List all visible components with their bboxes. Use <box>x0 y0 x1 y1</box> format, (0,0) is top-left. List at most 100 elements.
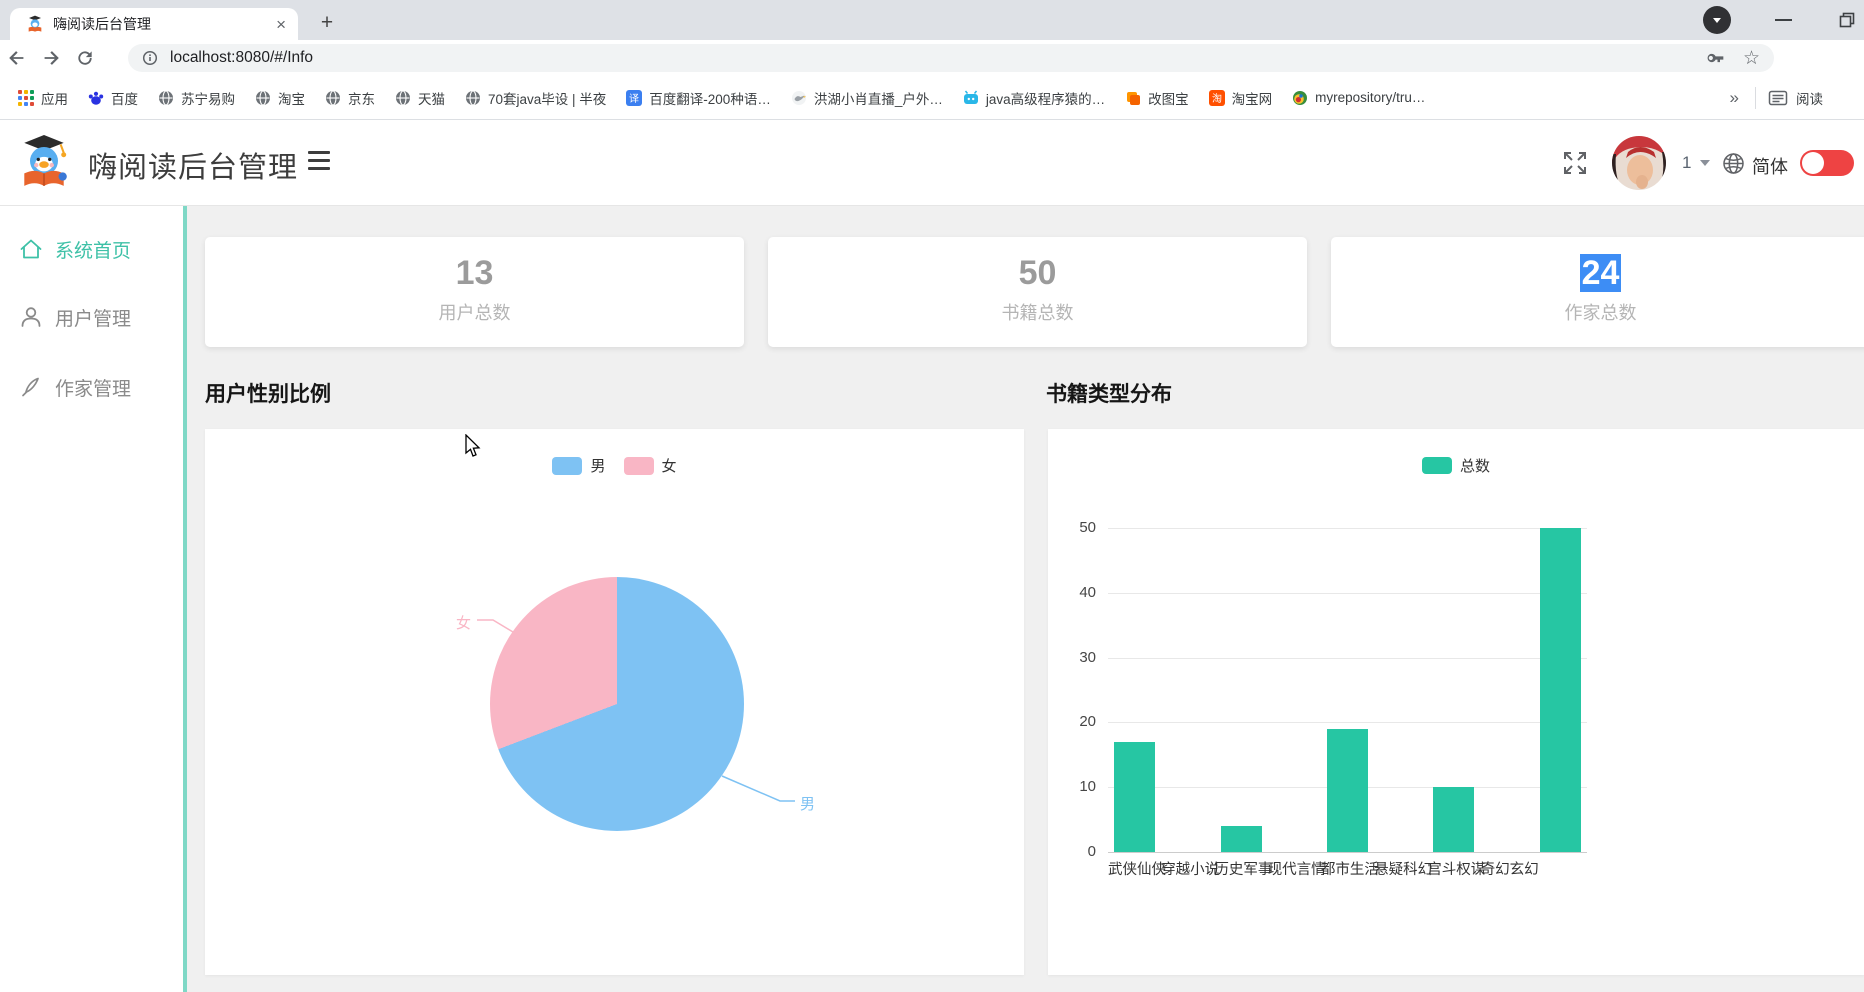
home-icon <box>18 236 44 262</box>
bilibili-tv-icon <box>963 90 979 106</box>
reload-button[interactable] <box>68 48 102 68</box>
site-info-icon[interactable] <box>142 50 158 66</box>
language-globe-icon[interactable] <box>1722 152 1745 175</box>
reading-list-label: 阅读 <box>1796 88 1823 108</box>
x-axis-category-label: 穿越小说 <box>1161 861 1214 879</box>
tab-close-icon[interactable]: × <box>276 16 286 33</box>
minimize-icon <box>1775 19 1792 21</box>
bar[interactable] <box>1114 742 1155 852</box>
reading-list-button[interactable]: 阅读 <box>1768 88 1864 108</box>
y-axis-tick-label: 50 <box>1056 519 1096 537</box>
back-button[interactable] <box>0 47 34 69</box>
download-arrow-icon <box>1703 6 1731 34</box>
user-avatar[interactable] <box>1612 136 1666 190</box>
y-axis-tick-label: 20 <box>1056 713 1096 731</box>
stat-value: 50 <box>768 253 1307 293</box>
browser-url-row: localhost:8080/#/Info ☆ <box>0 40 1864 76</box>
pie-chart-panel: 男女 女 男 <box>205 429 1024 975</box>
bookmark-item[interactable]: java高级程序猿的… <box>953 83 1115 113</box>
sidebar-item-label: 作家管理 <box>55 374 131 401</box>
window-minimize-button[interactable] <box>1766 0 1800 40</box>
y-axis-tick-label: 30 <box>1056 649 1096 667</box>
bookmark-star-icon[interactable]: ☆ <box>1743 49 1760 68</box>
browser-tab-strip: 嗨阅读后台管理 × + <box>0 0 1864 40</box>
bookmarks-overflow-chevron[interactable]: » <box>1726 88 1743 108</box>
globe-icon <box>395 90 411 106</box>
app-logo-duck-icon <box>16 134 72 190</box>
tab-favicon-duck-logo-icon <box>26 15 44 33</box>
globe-icon <box>325 90 341 106</box>
bookmark-item[interactable]: 洪湖小肖直播_户外… <box>781 83 953 113</box>
pie-label-male: 男 <box>800 793 815 814</box>
browser-tab[interactable]: 嗨阅读后台管理 × <box>10 8 298 40</box>
stat-card: 50书籍总数 <box>768 237 1307 347</box>
bookmark-label: 应用 <box>41 88 68 108</box>
pie-chart[interactable] <box>490 577 744 831</box>
menu-collapse-button[interactable] <box>308 151 330 170</box>
window-restore-button[interactable] <box>1830 0 1864 40</box>
bar[interactable] <box>1540 528 1581 852</box>
bar-chart[interactable]: 01020304050武侠仙侠穿越小说历史军事现代言情都市生活悬疑科幻宫斗权谋奇… <box>1048 429 1864 975</box>
bookmark-item[interactable]: 译百度翻译-200种语… <box>616 83 781 113</box>
toggle-knob <box>1802 152 1824 174</box>
sidebar-item-home[interactable]: 系统首页 <box>0 232 183 266</box>
bar[interactable] <box>1327 729 1368 852</box>
sidebar-item-users[interactable]: 用户管理 <box>0 300 183 334</box>
fullscreen-expand-icon[interactable] <box>1560 148 1590 178</box>
globe-icon <box>255 90 271 106</box>
selected-text: 24 <box>1580 254 1622 292</box>
stat-value: 24 <box>1331 253 1864 293</box>
user-dropdown-number[interactable]: 1 <box>1682 153 1691 173</box>
theme-toggle[interactable] <box>1800 150 1854 176</box>
bookmark-item[interactable]: 百度 <box>78 83 148 113</box>
bar[interactable] <box>1433 787 1474 852</box>
address-bar[interactable]: localhost:8080/#/Info ☆ <box>128 44 1774 72</box>
bookmark-item[interactable]: 天猫 <box>385 83 455 113</box>
stat-value: 13 <box>205 253 744 293</box>
forward-button[interactable] <box>34 47 68 69</box>
bookmark-item[interactable]: 应用 <box>8 83 78 113</box>
pen-icon <box>18 374 44 400</box>
bookmark-label: 70套java毕设 | 半夜 <box>488 88 606 108</box>
bookmark-label: myrepository/tru… <box>1315 90 1425 105</box>
app-header: 嗨阅读后台管理 1 简体 <box>0 120 1864 206</box>
sidebar-item-label: 系统首页 <box>55 236 131 263</box>
bookmark-item[interactable]: 70套java毕设 | 半夜 <box>455 83 616 113</box>
bookmark-label: 洪湖小肖直播_户外… <box>814 88 943 108</box>
language-label[interactable]: 简体 <box>1752 153 1788 179</box>
sidebar-item-label: 用户管理 <box>55 304 131 331</box>
bookmark-item[interactable]: myrepository/tru… <box>1282 83 1435 113</box>
bird-icon <box>791 90 807 106</box>
x-axis-category-label: 历史军事 <box>1214 861 1267 879</box>
bookmark-item[interactable]: 京东 <box>315 83 385 113</box>
y-axis-tick-label: 10 <box>1056 778 1096 796</box>
stat-card: 13用户总数 <box>205 237 744 347</box>
bookmark-label: 改图宝 <box>1148 88 1189 108</box>
globe-icon <box>465 90 481 106</box>
y-axis-tick-label: 40 <box>1056 584 1096 602</box>
bookmark-item[interactable]: 改图宝 <box>1115 83 1199 113</box>
bar[interactable] <box>1221 826 1262 852</box>
chevron-down-icon[interactable] <box>1700 160 1710 166</box>
restore-icon <box>1839 12 1855 28</box>
bookmark-item[interactable]: 淘淘宝网 <box>1199 83 1283 113</box>
url-text[interactable]: localhost:8080/#/Info <box>170 49 313 67</box>
x-axis-line <box>1108 852 1587 853</box>
password-key-icon[interactable] <box>1705 48 1725 68</box>
x-axis-category-label: 现代言情 <box>1268 861 1321 879</box>
bookmark-item[interactable]: 苏宁易购 <box>148 83 245 113</box>
sidebar-item-writers[interactable]: 作家管理 <box>0 370 183 404</box>
pie-legend-item[interactable]: 男 <box>552 455 605 476</box>
app-title: 嗨阅读后台管理 <box>88 144 298 186</box>
legend-swatch <box>624 457 654 475</box>
gaitubao-icon <box>1125 90 1141 106</box>
bookmark-item[interactable]: 淘宝 <box>245 83 315 113</box>
x-axis-category-label: 宫斗权谋 <box>1427 861 1480 879</box>
new-tab-button[interactable]: + <box>312 8 342 38</box>
y-axis-tick-label: 0 <box>1056 843 1096 861</box>
user-icon <box>18 304 44 330</box>
pie-section-title: 用户性别比例 <box>205 378 331 408</box>
gridline <box>1108 593 1587 594</box>
pie-legend-item[interactable]: 女 <box>624 455 677 476</box>
browser-menu-button[interactable] <box>1702 0 1732 40</box>
